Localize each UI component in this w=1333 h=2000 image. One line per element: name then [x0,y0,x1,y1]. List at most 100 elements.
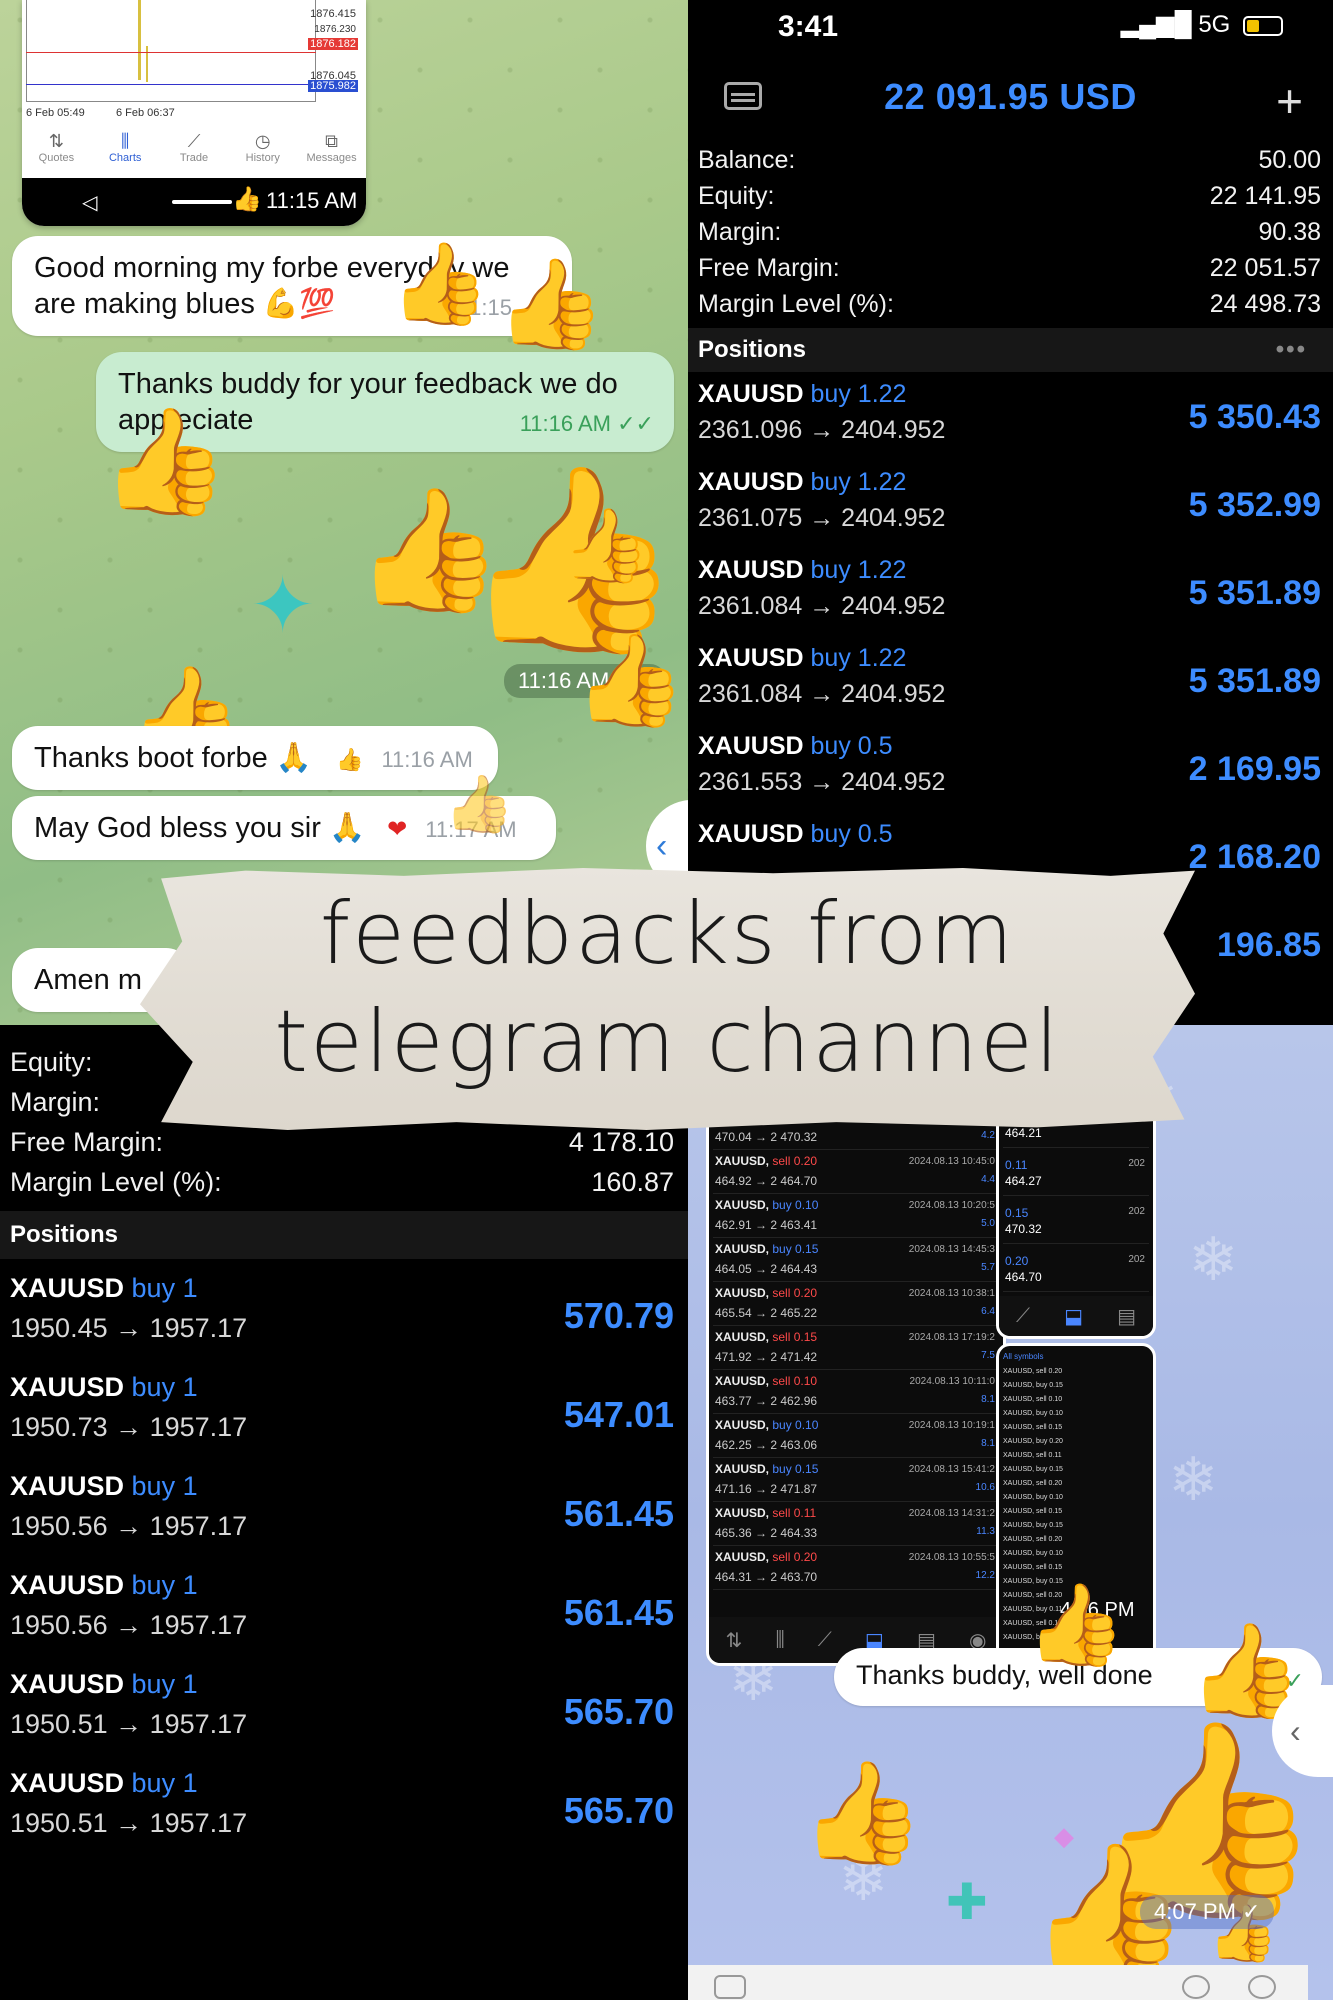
row-label: Free Margin: [10,1127,164,1157]
mic-icon[interactable] [1248,1975,1276,1999]
history-row[interactable]: 0.20 464.70 202 [1003,1252,1149,1292]
position-row[interactable]: XAUUSD buy 1 1950.51 → 1957.17 565.70 [0,1661,688,1760]
trade-icon[interactable]: ⟋ [818,1629,832,1652]
history-date: 2024.08.13 15:41:2 [908,1464,995,1475]
tab-messages[interactable]: ⧉ Messages [297,130,366,178]
history-profit: 7.5 [981,1350,995,1361]
symbols-filter[interactable]: All symbols [1003,1352,1043,1361]
position-row[interactable]: XAUUSD buy 1.22 2361.084 → 2404.952 5 35… [688,638,1333,726]
thumbs-up-emoji: 👍 [574,631,687,731]
position-row[interactable]: XAUUSD buy 1 1950.51 → 1957.17 565.70 [0,1760,688,1859]
thumbs-up-emoji: 👍 [800,1757,925,1869]
position-row[interactable]: XAUUSD buy 1 1950.56 → 1957.17 561.45 [0,1463,688,1562]
reaction-thumbs-up[interactable]: 👍 [336,747,363,772]
history-direction: sell 0.20 [772,1154,818,1168]
more-icon[interactable]: ••• [1276,328,1307,372]
history-volume: 0.15 [1005,1206,1029,1220]
margin-row: Margin: 90.38 [698,218,1321,254]
position-symbol: XAUUSD buy 1.22 [698,468,906,497]
row-value: 22 141.95 [1209,182,1321,210]
position-prices: 2361.553 → 2404.952 [698,768,946,796]
equity-row: Equity: 22 141.95 [698,182,1321,218]
tab-quotes[interactable]: ⇅ Quotes [22,130,91,178]
charts-icon: ⫼ [121,131,130,151]
history-row[interactable]: XAUUSD, sell 0.10 463.77 → 2 462.96 2024.0… [713,1370,999,1414]
history-icon[interactable]: ⬓ [1064,1304,1083,1329]
plus-icon[interactable]: + [1276,74,1303,128]
symbol-text: XAUUSD [10,1372,125,1402]
sticker-icon[interactable] [714,1975,746,1999]
position-direction: buy 0.5 [810,820,893,848]
history-row[interactable]: XAUUSD, buy 0.15 471.16 → 2 471.87 2024.08… [713,1458,999,1502]
position-profit: 2 169.95 [1188,750,1321,788]
row-label: Margin Level (%): [10,1167,222,1197]
thumbs-up-emoji: 👍 [496,254,606,353]
history-symbol: XAUUSD, sell 0.11 [715,1506,817,1520]
row-label: Margin: [10,1087,101,1117]
price-label: 1876.415 [310,8,356,20]
history-date: 202 [1128,1158,1145,1169]
history-row[interactable]: XAUUSD, buy 0.10 462.91 → 2 463.41 2024.08… [713,1194,999,1238]
positions-title: Positions [10,1221,119,1248]
history-row[interactable]: XAUUSD, sell 0.11 465.36 → 2 464.33 2024.0… [713,1502,999,1546]
history-row[interactable]: XAUUSD, sell 0.20 465.54 → 2 465.22 2024.0… [713,1282,999,1326]
position-symbol: XAUUSD buy 0.5 [698,732,893,761]
position-row[interactable]: XAUUSD buy 1 1950.56 → 1957.17 561.45 [0,1562,688,1661]
row-label: Margin Level (%): [698,290,894,318]
history-date: 2024.08.13 10:11:0 [909,1376,995,1387]
thumbs-up-emoji: 👍 [1026,1580,1126,1669]
messages-icon: ⧉ [325,131,339,151]
charts-icon[interactable]: ⫼ [775,1629,784,1652]
position-profit: 565.70 [563,1790,674,1831]
history-date: 2024.08.13 10:45:0 [908,1156,995,1167]
row-value: 90.38 [1258,218,1321,246]
thumbs-up-icon: 👍 [232,186,262,213]
position-profit: 561.45 [563,1493,674,1534]
history-row[interactable]: XAUUSD, sell 0.20 464.92 → 2 464.70 2024.0… [713,1150,999,1194]
history-symbol: XAUUSD, sell 0.20 [715,1154,818,1168]
trade-icon[interactable]: ⟋ [1016,1305,1030,1328]
history-row[interactable]: XAUUSD, sell 0.15 471.92 → 2 471.42 2024.0… [713,1326,999,1370]
position-row[interactable]: XAUUSD buy 1.22 2361.075 → 2404.952 5 35… [688,462,1333,550]
position-row[interactable]: XAUUSD buy 0.5 2361.553 → 2404.952 2 169… [688,726,1333,814]
position-row[interactable]: XAUUSD buy 1 1950.73 → 1957.17 547.01 [0,1364,688,1463]
history-row[interactable]: XAUUSD, sell 0.20 464.31 → 2 463.70 2024.0… [713,1546,999,1590]
positions-header: Positions [0,1211,688,1259]
history-row[interactable]: 0.11 464.27 202 [1003,1156,1149,1196]
position-row[interactable]: XAUUSD buy 1.22 2361.096 → 2404.952 5 35… [688,374,1333,462]
news-icon[interactable]: ▤ [1117,1304,1136,1329]
history-row[interactable]: XAUUSD, buy 0.15 464.05 → 2 464.43 2024.08… [713,1238,999,1282]
history-direction: buy 0.15 [772,1242,819,1256]
history-profit: 8.1 [981,1394,995,1405]
history-symbol: XAUUSD, sell 0.20 [715,1286,818,1300]
history-volume: 0.20 [1005,1254,1029,1268]
history-direction: sell 0.10 [772,1374,818,1388]
history-direction: sell 0.20 [772,1286,818,1300]
position-row[interactable]: XAUUSD buy 1.22 2361.084 → 2404.952 5 35… [688,550,1333,638]
tab-charts[interactable]: ⫼ Charts [91,130,160,178]
back-icon[interactable]: ◁ [82,190,97,215]
history-symbol: XAUUSD, sell 0.20 [715,1550,818,1564]
mini-phone-screenshot: 1876.415 1876.230 1876.182 1876.045 1875… [22,0,366,226]
attach-icon[interactable] [1182,1975,1210,1999]
thumbs-up-emoji: 👍 [444,772,514,835]
position-direction: buy 1 [131,1669,198,1699]
tab-label: Quotes [38,152,75,164]
message-text: Thanks boot forbe 🙏 [34,742,312,774]
quotes-icon[interactable]: ⇅ [726,1628,743,1653]
position-profit: 5 351.89 [1188,662,1321,700]
tab-trade[interactable]: ⟋ Trade [160,130,229,178]
home-indicator[interactable] [172,200,232,204]
tab-history[interactable]: ◷ History [228,130,297,178]
mini-tab-bar: ⇅ Quotes ⫼ Charts ⟋ Trade ◷ History ⧉ Message… [22,130,366,178]
history-direction: buy 0.15 [772,1462,819,1476]
history-prices: 471.92 → 2 471.42 [715,1350,818,1364]
history-date: 2024.08.13 17:19:2 [908,1332,995,1343]
history-row[interactable]: 0.15 470.32 202 [1003,1204,1149,1244]
chat-bubble-incoming[interactable]: Thanks boot forbe 🙏 👍 11:16 AM [12,726,498,790]
thumbs-up-emoji: 👍 [100,404,230,520]
history-row[interactable]: XAUUSD, buy 0.10 462.25 → 2 463.06 2024.08… [713,1414,999,1458]
position-row[interactable]: XAUUSD buy 1 1950.45 → 1957.17 570.79 [0,1265,688,1364]
history-symbol: XAUUSD, buy 0.15 [715,1242,819,1256]
reaction-heart[interactable]: ❤ [387,816,407,843]
